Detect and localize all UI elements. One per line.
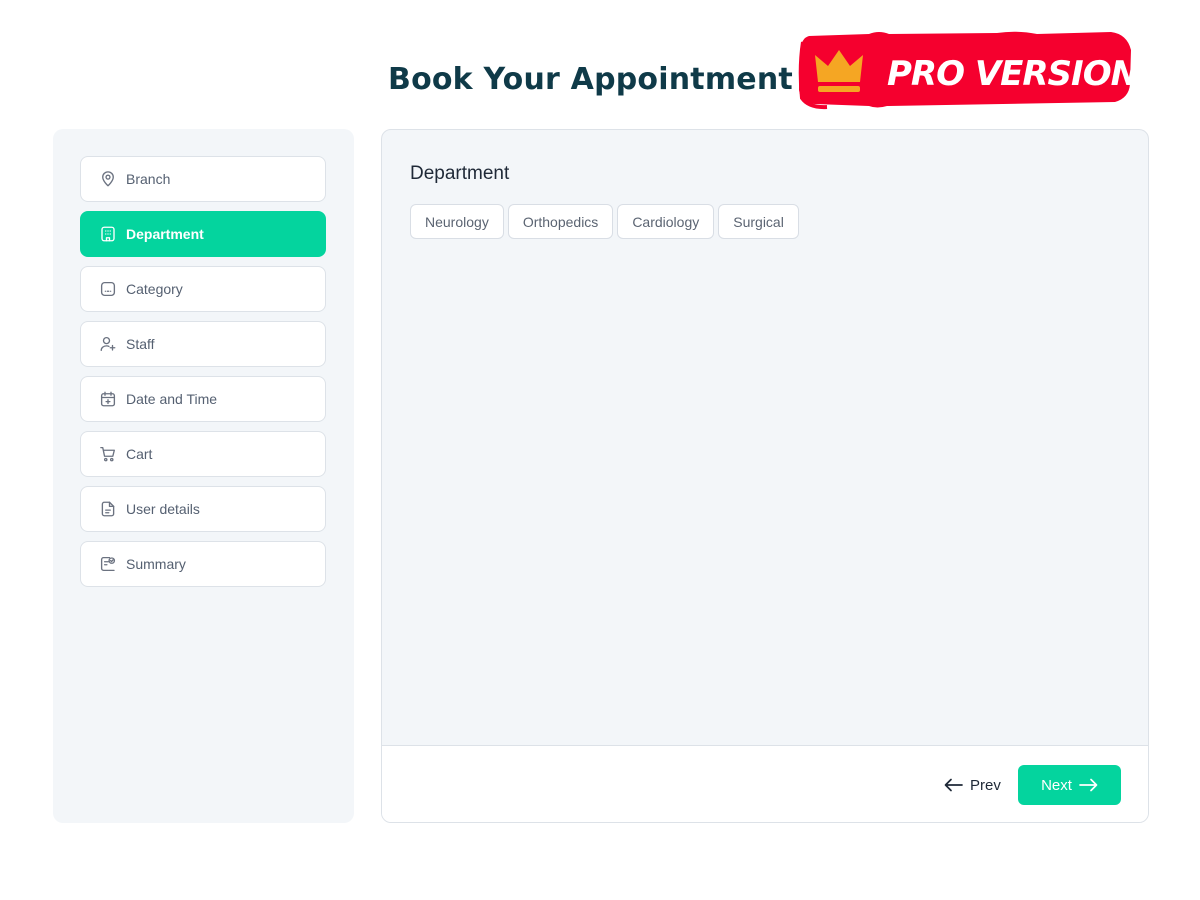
- arrow-right-icon: [1079, 778, 1098, 792]
- department-chip-cardiology[interactable]: Cardiology: [617, 204, 715, 239]
- step-label: Category: [126, 281, 183, 297]
- step-department[interactable]: Department: [80, 211, 326, 257]
- next-button[interactable]: Next: [1018, 765, 1121, 805]
- step-cart[interactable]: Cart: [80, 431, 326, 477]
- prev-label: Prev: [970, 776, 1001, 794]
- document-icon: [98, 499, 118, 519]
- step-branch[interactable]: Branch: [80, 156, 326, 202]
- step-label: Summary: [126, 556, 186, 572]
- department-options: Neurology Orthopedics Cardiology Surgica…: [410, 204, 803, 239]
- step-staff[interactable]: Staff: [80, 321, 326, 367]
- pro-badge-graphic: PRO VERSION: [798, 31, 1133, 110]
- cart-icon: [98, 444, 118, 464]
- calendar-plus-icon: [98, 389, 118, 409]
- step-label: Staff: [126, 336, 155, 352]
- department-chip-neurology[interactable]: Neurology: [410, 204, 504, 239]
- building-icon: [98, 224, 118, 244]
- arrow-left-icon: [944, 778, 963, 792]
- step-label: Department: [126, 226, 204, 242]
- step-label: Date and Time: [126, 391, 218, 407]
- pro-badge-text: PRO VERSION: [887, 54, 1133, 94]
- form-footer: Prev Next: [382, 745, 1148, 822]
- category-icon: [98, 279, 118, 299]
- next-label: Next: [1041, 776, 1072, 794]
- department-chip-surgical[interactable]: Surgical: [718, 204, 799, 239]
- department-chip-orthopedics[interactable]: Orthopedics: [507, 204, 614, 239]
- user-plus-icon: [98, 334, 118, 354]
- section-heading: Department: [410, 163, 510, 184]
- location-pin-icon: [98, 169, 118, 189]
- step-summary[interactable]: Summary: [80, 541, 326, 587]
- step-user-details[interactable]: User details: [80, 486, 326, 532]
- page-title: Book Your Appointment: [388, 62, 793, 97]
- step-label: Cart: [126, 446, 153, 462]
- step-label: User details: [126, 501, 200, 517]
- summary-check-icon: [98, 554, 118, 574]
- step-label: Branch: [126, 171, 171, 187]
- prev-button[interactable]: Prev: [944, 772, 1001, 798]
- step-category[interactable]: Category: [80, 266, 326, 312]
- steps-sidebar: Branch Department Category Staff Date an…: [53, 129, 354, 823]
- step-date-and-time[interactable]: Date and Time: [80, 376, 326, 422]
- main-panel: Department Neurology Orthopedics Cardiol…: [381, 129, 1149, 823]
- pro-version-badge[interactable]: PRO VERSION: [797, 28, 1133, 110]
